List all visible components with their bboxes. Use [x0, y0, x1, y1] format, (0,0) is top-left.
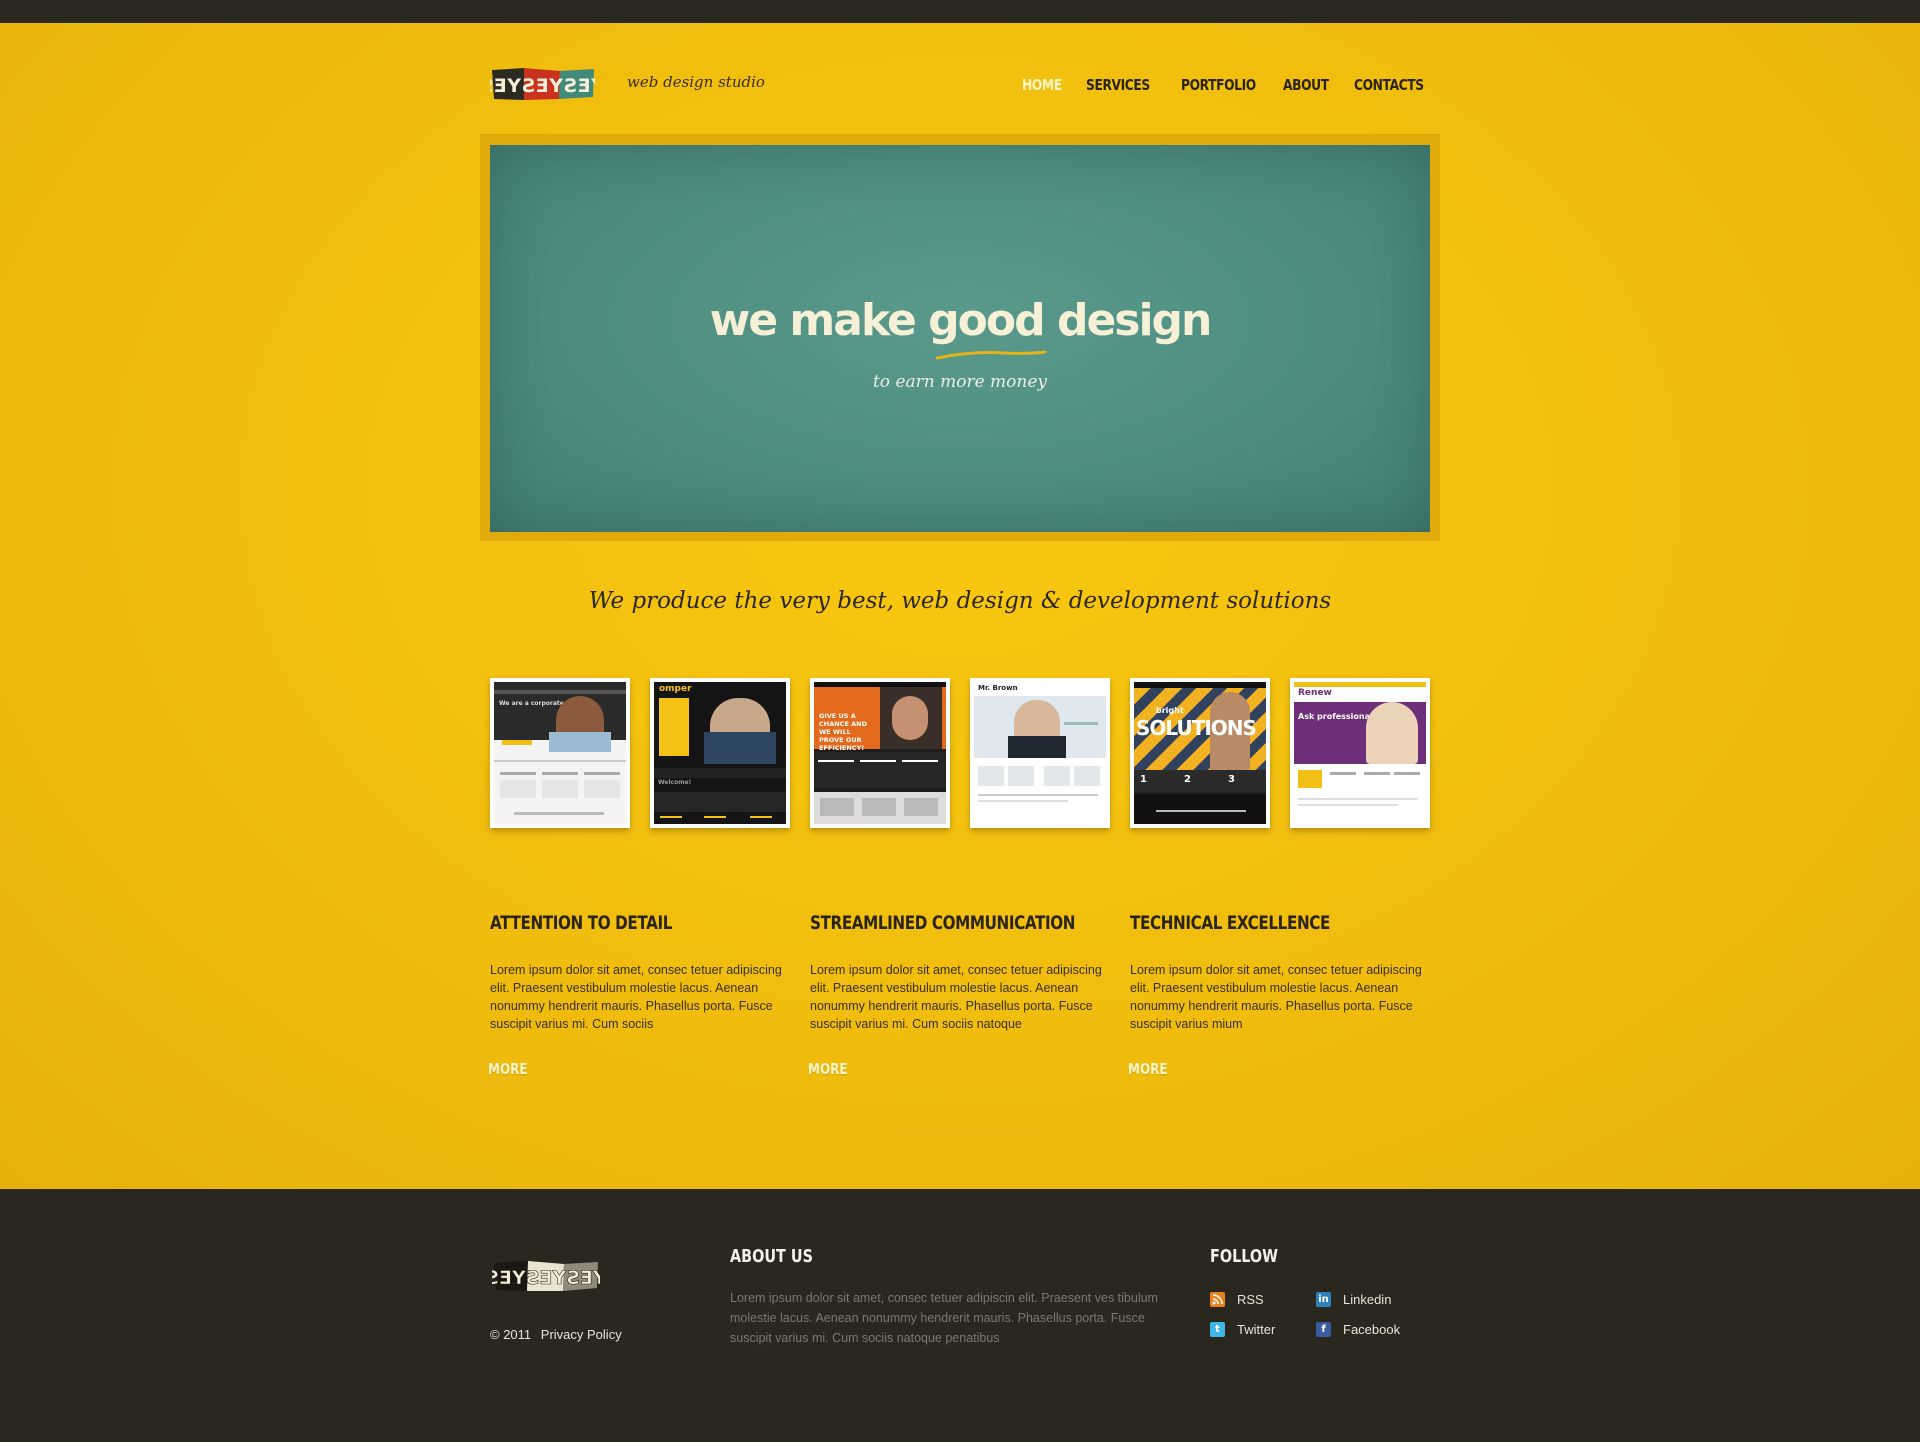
portfolio-thumb[interactable]: GIVE US A CHANCE AND WE WILL PROVE OUR E… [810, 678, 950, 828]
follow-twitter-link[interactable]: t Twitter [1210, 1320, 1275, 1338]
hero-banner: we make good design to earn more money [490, 145, 1430, 532]
slogan: We produce the very best, web design & d… [588, 588, 1332, 614]
portfolio-thumb[interactable]: bright SOLUTIONS 1 2 3 [1130, 678, 1270, 828]
nav-services[interactable]: SERVICES [1086, 76, 1150, 94]
feature-title: TECHNICAL EXCELLENCE [1130, 912, 1331, 934]
linkedin-icon: in [1316, 1291, 1331, 1307]
portfolio-thumb[interactable]: omper Welcome! [650, 678, 790, 828]
feature-more-link[interactable]: MORE [808, 1060, 848, 1078]
footer-follow-title: FOLLOW [1210, 1246, 1279, 1267]
portfolio-thumb[interactable]: We are a corporate [490, 678, 630, 828]
follow-rss-link[interactable]: RSS [1210, 1290, 1264, 1308]
privacy-policy-link[interactable]: Privacy Policy [541, 1327, 622, 1342]
nav-portfolio[interactable]: PORTFOLIO [1181, 76, 1256, 94]
follow-linkedin-link[interactable]: in Linkedin [1316, 1290, 1391, 1308]
main-nav: HOME SERVICES PORTFOLIO ABOUT CONTACTS [1000, 76, 1424, 100]
hero-title: we make good design [709, 295, 1213, 346]
footer-copyright: © 2011 Privacy Policy [490, 1327, 622, 1342]
top-strip [0, 0, 1920, 23]
feature-text: Lorem ipsum dolor sit amet, consec tetue… [1130, 963, 1422, 1031]
hero-subtitle: to earn more money [872, 372, 1048, 392]
svg-text:YESYESYES: YESYESYES [492, 1267, 600, 1289]
feature-title: ATTENTION TO DETAIL [490, 912, 673, 934]
footer-logo[interactable]: YESYESYES [485, 1258, 608, 1294]
feature-text: Lorem ipsum dolor sit amet, consec tetue… [810, 963, 1102, 1031]
nav-home[interactable]: HOME [1022, 76, 1062, 94]
feature-text: Lorem ipsum dolor sit amet, consec tetue… [490, 963, 782, 1031]
feature-more-link[interactable]: MORE [1128, 1060, 1168, 1078]
feature-more-link[interactable]: MORE [488, 1060, 528, 1078]
portfolio-thumb[interactable]: Renew Ask professionals [1290, 678, 1430, 828]
footer-about-title: ABOUT US [730, 1246, 813, 1267]
footer-about-text: Lorem ipsum dolor sit amet, consec tetue… [730, 1291, 1158, 1345]
site-tagline: web design studio [627, 73, 765, 91]
feature-streamlined-communication: STREAMLINED COMMUNICATION Lorem ipsum do… [808, 912, 1105, 1078]
portfolio-thumbnails: We are a corporate omper Welcome! GIVE U… [490, 678, 1430, 828]
feature-title: STREAMLINED COMMUNICATION [810, 912, 1076, 934]
twitter-icon: t [1210, 1321, 1225, 1337]
svg-text:YESYESYES: YESYESYES [490, 75, 595, 97]
nav-contacts[interactable]: CONTACTS [1354, 76, 1424, 94]
feature-attention-to-detail: ATTENTION TO DETAIL Lorem ipsum dolor si… [488, 912, 785, 1078]
nav-about[interactable]: ABOUT [1283, 76, 1329, 94]
site-logo[interactable]: YESYESYES [479, 66, 606, 102]
portfolio-thumb[interactable]: Mr. Brown [970, 678, 1110, 828]
rss-icon [1210, 1291, 1225, 1307]
feature-technical-excellence: TECHNICAL EXCELLENCE Lorem ipsum dolor s… [1128, 912, 1425, 1078]
hero-underline [935, 350, 1047, 360]
follow-facebook-link[interactable]: f Facebook [1316, 1320, 1400, 1338]
facebook-icon: f [1316, 1321, 1331, 1337]
